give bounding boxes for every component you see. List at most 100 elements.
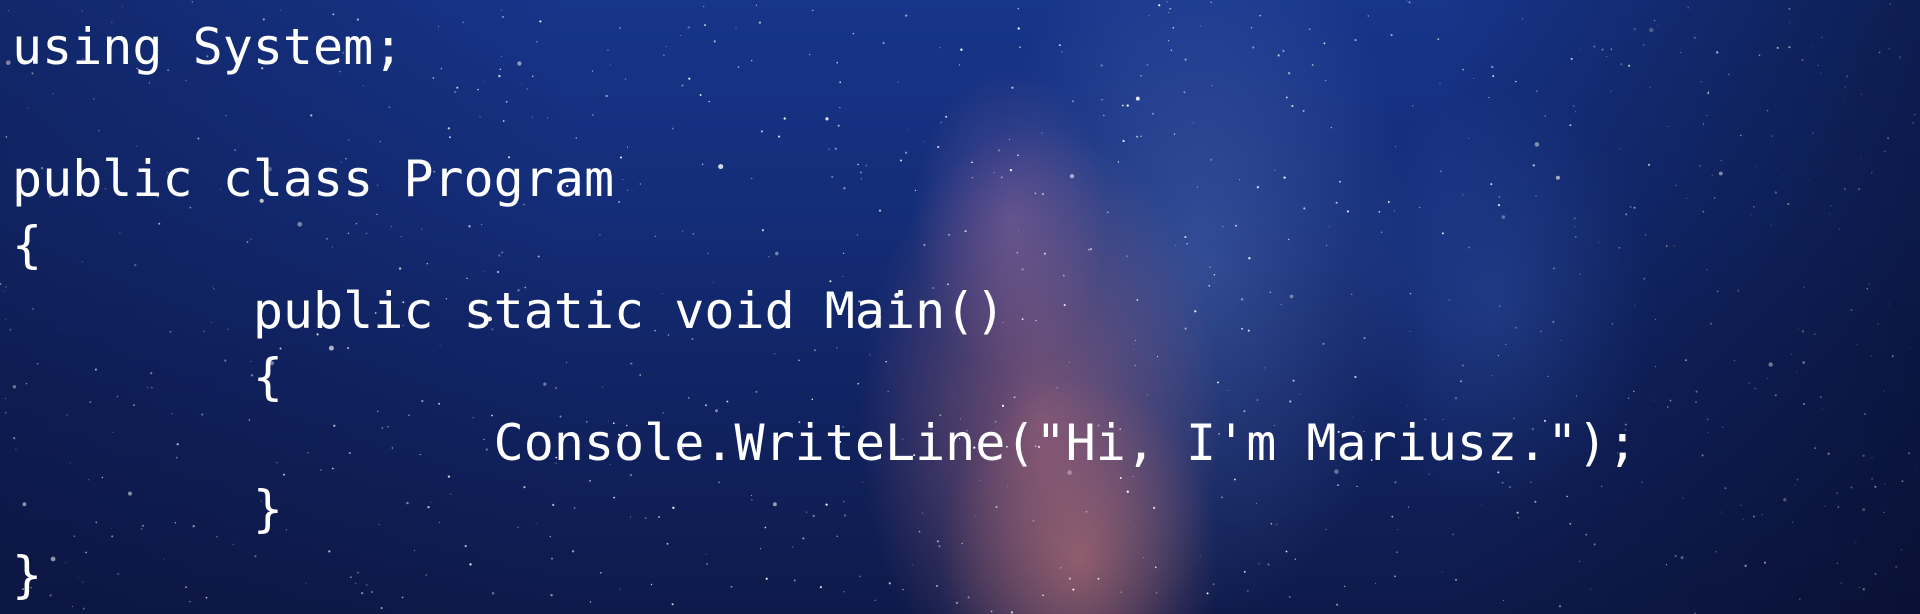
code-line-9: } bbox=[12, 546, 43, 604]
code-line-4: { bbox=[12, 216, 43, 274]
code-line-3: public class Program bbox=[12, 150, 615, 208]
star bbox=[1797, 328, 1799, 330]
star bbox=[1842, 100, 1844, 102]
star bbox=[1908, 452, 1911, 455]
star bbox=[1649, 86, 1651, 88]
star bbox=[1799, 598, 1801, 600]
star bbox=[1837, 506, 1840, 508]
star bbox=[1812, 132, 1814, 134]
star bbox=[1901, 480, 1904, 483]
star bbox=[1788, 46, 1791, 49]
star bbox=[1838, 228, 1841, 230]
star bbox=[1888, 303, 1890, 305]
star bbox=[1687, 6, 1690, 9]
star bbox=[1866, 287, 1869, 290]
star bbox=[1863, 413, 1866, 415]
code-line-5: public static void Main() bbox=[12, 282, 1006, 340]
star bbox=[1721, 511, 1723, 513]
star bbox=[1716, 51, 1719, 54]
star bbox=[1706, 268, 1708, 271]
star bbox=[1649, 27, 1654, 33]
star bbox=[1891, 355, 1894, 358]
star bbox=[1871, 172, 1873, 174]
star bbox=[1718, 171, 1723, 176]
star bbox=[1900, 549, 1903, 551]
star bbox=[1680, 52, 1682, 53]
star bbox=[1821, 36, 1823, 38]
star bbox=[1898, 56, 1901, 59]
star bbox=[1733, 359, 1736, 362]
star bbox=[1654, 366, 1656, 368]
star bbox=[1803, 286, 1805, 288]
star bbox=[1909, 347, 1911, 349]
star bbox=[1883, 511, 1885, 514]
star bbox=[1855, 542, 1857, 544]
star bbox=[1770, 135, 1774, 138]
star bbox=[1883, 483, 1886, 485]
star bbox=[1754, 387, 1757, 390]
star bbox=[1748, 382, 1750, 384]
star bbox=[1836, 492, 1839, 495]
star bbox=[1642, 44, 1645, 46]
star bbox=[1714, 197, 1716, 199]
star bbox=[1751, 214, 1753, 216]
star bbox=[1887, 137, 1889, 140]
star bbox=[1874, 485, 1877, 488]
star bbox=[1844, 86, 1846, 88]
star bbox=[1820, 396, 1822, 398]
star bbox=[1760, 493, 1762, 495]
code-line-1: using System; bbox=[12, 18, 404, 76]
star bbox=[1761, 514, 1763, 516]
star bbox=[1770, 224, 1772, 226]
star bbox=[1774, 394, 1777, 397]
star bbox=[1827, 452, 1830, 455]
star bbox=[1796, 478, 1799, 481]
star bbox=[1666, 245, 1668, 247]
star bbox=[1889, 3, 1891, 5]
star bbox=[1695, 390, 1698, 393]
star bbox=[1695, 401, 1697, 403]
star bbox=[1915, 468, 1917, 470]
star bbox=[1767, 377, 1769, 379]
star bbox=[1878, 51, 1881, 54]
star bbox=[1702, 123, 1704, 125]
star bbox=[1871, 457, 1873, 459]
star bbox=[1790, 353, 1792, 355]
star bbox=[1701, 454, 1704, 457]
star bbox=[990, 610, 993, 613]
star bbox=[1700, 80, 1703, 83]
star bbox=[1860, 93, 1862, 95]
star bbox=[1724, 487, 1727, 490]
star bbox=[1877, 323, 1879, 325]
star bbox=[1722, 426, 1724, 428]
star bbox=[1794, 484, 1796, 486]
star bbox=[1715, 550, 1717, 553]
code-line-7: Console.WriteLine("Hi, I'm Mariusz."); bbox=[12, 414, 1638, 472]
star bbox=[1686, 198, 1688, 200]
star bbox=[1821, 407, 1823, 409]
star bbox=[1802, 361, 1805, 364]
star bbox=[1884, 150, 1886, 152]
star bbox=[1727, 73, 1730, 76]
star bbox=[1788, 7, 1791, 10]
star bbox=[1709, 322, 1713, 325]
star bbox=[1702, 210, 1705, 213]
star bbox=[1667, 406, 1669, 408]
star bbox=[1796, 371, 1798, 373]
star bbox=[1675, 184, 1678, 187]
star bbox=[1669, 399, 1672, 402]
star bbox=[1699, 165, 1701, 167]
star bbox=[1843, 188, 1847, 191]
star bbox=[1720, 159, 1723, 162]
star bbox=[1870, 354, 1873, 357]
star bbox=[1850, 486, 1853, 489]
star bbox=[1740, 504, 1742, 506]
star bbox=[1711, 174, 1714, 177]
star bbox=[1641, 481, 1643, 483]
star bbox=[1737, 289, 1740, 292]
star bbox=[1874, 572, 1877, 575]
star bbox=[1857, 188, 1861, 191]
star bbox=[1657, 25, 1659, 27]
star bbox=[1753, 206, 1755, 208]
star bbox=[1673, 245, 1675, 247]
